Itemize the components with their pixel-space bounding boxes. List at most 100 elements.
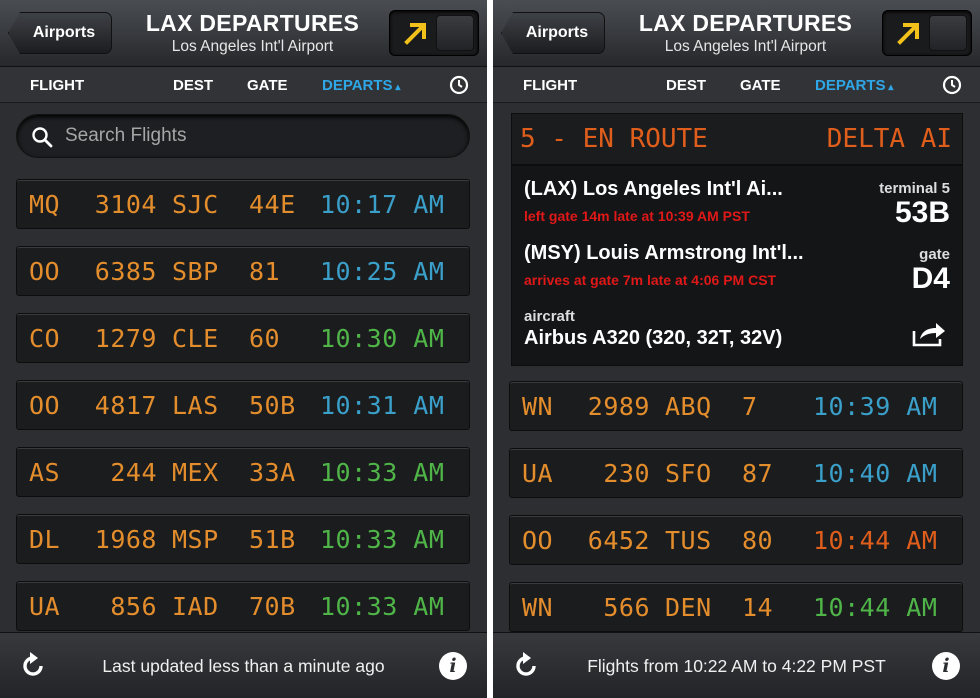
- departure-arrow-icon: [394, 15, 438, 51]
- aircraft-label: aircraft: [524, 308, 575, 325]
- origin-status-note: left gate 14m late at 10:39 AM PST: [524, 208, 750, 224]
- flight-airline-code: CO: [29, 324, 61, 353]
- flight-row[interactable]: DL 1968 MSP 51B 10:33 AM: [16, 514, 470, 564]
- clock-icon[interactable]: [942, 75, 962, 95]
- departures-list-screen: Airports LAX DEPARTURES Los Angeles Int'…: [0, 0, 487, 698]
- flight-gate: 50B: [249, 391, 296, 420]
- search-input[interactable]: [65, 115, 455, 157]
- flight-row[interactable]: OO 6452 TUS 80 10:44 AM: [509, 515, 963, 565]
- flight-airline-code: WN: [522, 392, 554, 421]
- column-header-bar: FLIGHT DEST GATE DEPARTS: [0, 67, 487, 103]
- flight-airline-code: UA: [522, 459, 554, 488]
- column-departs[interactable]: DEPARTS: [322, 77, 400, 94]
- flight-destination: ABQ: [665, 392, 712, 421]
- column-flight[interactable]: FLIGHT: [30, 77, 84, 94]
- info-icon[interactable]: i: [932, 652, 960, 680]
- flight-airline-code: DL: [29, 525, 61, 554]
- flight-status: 5 - EN ROUTE: [520, 124, 708, 154]
- origin-airport: (LAX) Los Angeles Int'l Ai...: [524, 178, 783, 200]
- flight-gate: 44E: [249, 190, 296, 219]
- flight-departure-time: 10:30 AM: [320, 324, 445, 353]
- flight-destination: MEX: [172, 458, 219, 487]
- column-dest[interactable]: DEST: [666, 77, 706, 94]
- origin-terminal-label: terminal 5: [879, 180, 950, 197]
- refresh-icon[interactable]: [18, 651, 48, 681]
- page-title: LAX DEPARTURES: [638, 10, 853, 36]
- flight-destination: LAS: [172, 391, 219, 420]
- flight-number: 230: [603, 459, 650, 488]
- flight-number: 856: [110, 592, 157, 621]
- column-dest[interactable]: DEST: [173, 77, 213, 94]
- flight-row[interactable]: WN 566 DEN 14 10:44 AM: [509, 582, 963, 632]
- destination-gate: D4: [911, 262, 950, 295]
- flight-gate: 7: [742, 392, 758, 421]
- flight-destination: IAD: [172, 592, 219, 621]
- flight-departure-time: 10:44 AM: [813, 526, 938, 555]
- flight-row[interactable]: CO 1279 CLE 60 10:30 AM: [16, 313, 470, 363]
- share-icon[interactable]: [912, 321, 946, 347]
- nav-header: Airports LAX DEPARTURES Los Angeles Int'…: [0, 0, 487, 67]
- flight-row[interactable]: OO 4817 LAS 50B 10:31 AM: [16, 380, 470, 430]
- destination-status-note: arrives at gate 7m late at 4:06 PM CST: [524, 272, 777, 288]
- airports-back-button[interactable]: Airports: [501, 12, 605, 54]
- flight-gate: 60: [249, 324, 281, 353]
- flight-departure-time: 10:17 AM: [320, 190, 445, 219]
- last-updated-text: Last updated less than a minute ago: [102, 656, 385, 676]
- flight-row[interactable]: WN 2989 ABQ 7 10:39 AM: [509, 381, 963, 431]
- flight-destination: SFO: [665, 459, 712, 488]
- flight-airline-code: WN: [522, 593, 554, 622]
- origin-gate: 53B: [894, 196, 950, 229]
- flight-airline-code: AS: [29, 458, 61, 487]
- flight-airline-code: MQ: [29, 190, 61, 219]
- flight-airline-code: OO: [29, 391, 61, 420]
- flight-row[interactable]: UA 856 IAD 70B 10:33 AM: [16, 581, 470, 631]
- column-departs[interactable]: DEPARTS: [815, 77, 893, 94]
- expanded-flight-row[interactable]: 5 - EN ROUTE DELTA AI: [511, 113, 963, 165]
- view-toggle[interactable]: [389, 10, 479, 56]
- toggle-knob[interactable]: [929, 15, 967, 51]
- flight-row[interactable]: MQ 3104 SJC 44E 10:17 AM: [16, 179, 470, 229]
- toggle-knob[interactable]: [436, 15, 474, 51]
- footer-toolbar: Last updated less than a minute ago i: [0, 632, 487, 698]
- column-flight[interactable]: FLIGHT: [523, 77, 577, 94]
- flight-airline-code: OO: [29, 257, 61, 286]
- flight-departure-time: 10:40 AM: [813, 459, 938, 488]
- airports-back-button[interactable]: Airports: [8, 12, 112, 54]
- nav-header: Airports LAX DEPARTURES Los Angeles Int'…: [493, 0, 980, 67]
- flight-destination: DEN: [665, 593, 712, 622]
- page-subtitle: Los Angeles Int'l Airport: [664, 38, 827, 55]
- time-range-text: Flights from 10:22 AM to 4:22 PM PST: [587, 656, 886, 676]
- info-icon[interactable]: i: [439, 652, 467, 680]
- aircraft-type: Airbus A320 (320, 32T, 32V): [524, 327, 783, 349]
- page-title: LAX DEPARTURES: [145, 10, 360, 36]
- flight-departure-time: 10:33 AM: [320, 458, 445, 487]
- destination-gate-label: gate: [919, 246, 950, 263]
- clock-icon[interactable]: [449, 75, 469, 95]
- flight-number: 4817: [94, 391, 157, 420]
- refresh-icon[interactable]: [511, 651, 541, 681]
- flight-departure-time: 10:25 AM: [320, 257, 445, 286]
- flight-gate: 14: [742, 593, 774, 622]
- flight-number: 6452: [587, 526, 650, 555]
- flight-destination: TUS: [665, 526, 712, 555]
- flight-departure-time: 10:39 AM: [813, 392, 938, 421]
- flight-detail-panel: (LAX) Los Angeles Int'l Ai... left gate …: [511, 165, 963, 366]
- destination-airport: (MSY) Louis Armstrong Int'l...: [524, 242, 804, 264]
- footer-toolbar: Flights from 10:22 AM to 4:22 PM PST i: [493, 632, 980, 698]
- flight-row[interactable]: AS 244 MEX 33A 10:33 AM: [16, 447, 470, 497]
- flight-airline-code: OO: [522, 526, 554, 555]
- flight-row[interactable]: UA 230 SFO 87 10:40 AM: [509, 448, 963, 498]
- column-header-bar: FLIGHT DEST GATE DEPARTS: [493, 67, 980, 103]
- flight-number: 244: [110, 458, 157, 487]
- flight-airline-code: UA: [29, 592, 61, 621]
- flight-gate: 70B: [249, 592, 296, 621]
- search-icon: [32, 127, 53, 148]
- view-toggle[interactable]: [882, 10, 972, 56]
- flight-number: 2989: [587, 392, 650, 421]
- column-gate[interactable]: GATE: [740, 77, 781, 94]
- flight-number: 3104: [94, 190, 157, 219]
- flight-row[interactable]: OO 6385 SBP 81 10:25 AM: [16, 246, 470, 296]
- column-gate[interactable]: GATE: [247, 77, 288, 94]
- flight-gate: 51B: [249, 525, 296, 554]
- flight-number: 6385: [94, 257, 157, 286]
